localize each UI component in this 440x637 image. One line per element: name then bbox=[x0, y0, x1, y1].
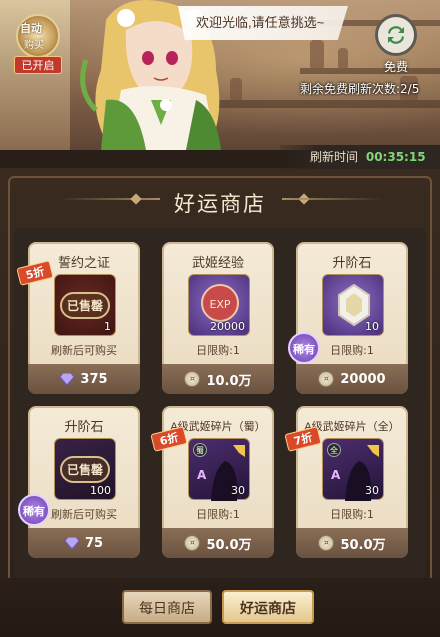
refresh-time-label: 刷新时间 bbox=[310, 150, 359, 164]
title-ornament-right bbox=[282, 198, 382, 200]
price-bar[interactable]: 375 bbox=[28, 364, 140, 394]
refresh-icon bbox=[375, 14, 417, 56]
auto-buy-badge[interactable]: 自动 购买 已开启 bbox=[14, 14, 62, 74]
jar bbox=[338, 48, 348, 68]
item-quantity: 30 bbox=[365, 484, 379, 497]
purchase-limit: 刷新后可购买 bbox=[51, 344, 117, 357]
refresh-timer: 刷新时间 00:35:15 bbox=[280, 145, 440, 169]
coin-icon: ¤ bbox=[318, 371, 335, 387]
item-quantity: 20000 bbox=[210, 320, 245, 333]
svg-text:A: A bbox=[331, 468, 341, 482]
price-value: 50.0万 bbox=[340, 537, 386, 553]
remaining-refresh-count: 剩余免费刷新次数:2/5 bbox=[300, 82, 420, 96]
sold-out-label: 已售罄 bbox=[59, 291, 110, 319]
auto-buy-label-2: 购买 bbox=[24, 40, 44, 51]
coin-icon: ¤ bbox=[184, 535, 201, 551]
jar bbox=[310, 40, 324, 68]
price-value: 10.0万 bbox=[206, 373, 252, 389]
item-quantity: 30 bbox=[231, 484, 245, 497]
refresh-time-value: 00:35:15 bbox=[365, 150, 426, 164]
price-bar[interactable]: 75 bbox=[28, 528, 140, 558]
free-refresh-button[interactable]: 免费 bbox=[372, 14, 420, 74]
item-quantity: 100 bbox=[90, 484, 111, 497]
upgrade-stone-icon: 已售罄 100 bbox=[54, 438, 116, 500]
price-value: 75 bbox=[84, 535, 104, 551]
price-value: 20000 bbox=[340, 371, 386, 387]
shop-banner: 欢迎光临,请任意挑选~ 自动 购买 已开启 免费 剩余免费刷新次数:2/5 bbox=[0, 0, 440, 150]
sold-out-label: 已售罄 bbox=[59, 455, 110, 483]
faction-tag: 全 bbox=[327, 443, 341, 457]
upgrade-stone-icon: 10 bbox=[322, 274, 384, 336]
shop-item-card[interactable]: 升阶石 10 日限购:1 ¤ 20000 bbox=[296, 242, 408, 394]
character-fragment-icon: A 蜀 30 bbox=[188, 438, 250, 501]
price-bar[interactable]: ¤ 20000 bbox=[296, 364, 408, 394]
shop-tab-bar bbox=[0, 578, 440, 637]
purchase-limit: 日限购:1 bbox=[196, 508, 240, 521]
welcome-speech: 欢迎光临,请任意挑选~ bbox=[178, 6, 348, 40]
auto-buy-label-1: 自动 bbox=[20, 22, 42, 35]
shop-item-card[interactable]: 武姬经验 EXP 20000 日限购:1 ¤ 10.0万 bbox=[162, 242, 274, 394]
rare-badge: 稀有 bbox=[18, 494, 50, 526]
shop-item-card[interactable]: 升阶石 已售罄 100 刷新后可购买 75 bbox=[28, 406, 140, 558]
coin-icon: ¤ bbox=[184, 371, 201, 387]
item-name: 升阶石 bbox=[332, 255, 372, 270]
rare-badge: 稀有 bbox=[288, 332, 320, 364]
shop-title: 好运商店 bbox=[174, 192, 266, 216]
price-bar[interactable]: ¤ 50.0万 bbox=[162, 528, 274, 558]
purchase-limit: 日限购:1 bbox=[196, 344, 240, 357]
price-bar[interactable]: ¤ 50.0万 bbox=[296, 528, 408, 558]
exp-book-icon: EXP 20000 bbox=[188, 274, 250, 336]
svg-text:A: A bbox=[197, 468, 207, 482]
item-quantity: 1 bbox=[104, 320, 111, 333]
item-name: 升阶石 bbox=[64, 419, 104, 434]
auto-buy-status: 已开启 bbox=[14, 56, 62, 74]
price-value: 50.0万 bbox=[206, 537, 252, 553]
oath-proof-icon: 已售罄 1 bbox=[54, 274, 116, 336]
price-value: 375 bbox=[80, 371, 108, 387]
tab-lucky-shop[interactable]: 好运商店 bbox=[222, 590, 314, 624]
character-fragment-icon: A 全 30 bbox=[322, 438, 384, 501]
faction-tag: 蜀 bbox=[193, 443, 207, 457]
free-refresh-label: 免费 bbox=[383, 60, 408, 74]
item-name: 武姬经验 bbox=[191, 255, 244, 270]
svg-text:EXP: EXP bbox=[209, 298, 230, 311]
coin-icon: ¤ bbox=[318, 535, 335, 551]
item-quantity: 10 bbox=[365, 320, 379, 333]
diamond-icon bbox=[60, 373, 75, 385]
tab-daily-shop[interactable]: 每日商店 bbox=[122, 590, 212, 624]
diamond-icon bbox=[64, 537, 79, 549]
purchase-limit: 日限购:1 bbox=[330, 508, 374, 521]
price-bar[interactable]: ¤ 10.0万 bbox=[162, 364, 274, 394]
